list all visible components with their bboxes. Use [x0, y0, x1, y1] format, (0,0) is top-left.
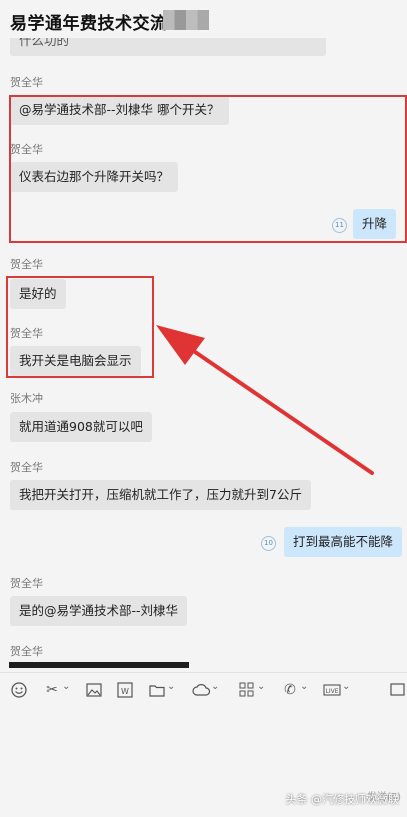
apps-grid-icon[interactable]	[238, 678, 265, 699]
chat-title-bar: 易学通年费技术交流	[0, 0, 407, 38]
svg-text:LIVE: LIVE	[325, 688, 338, 695]
sender-name: 贺全华	[10, 461, 43, 474]
read-count-badge: 10	[261, 536, 276, 551]
folder-icon[interactable]	[148, 678, 175, 699]
input-toolbar: ✂ W ✆ LIVE	[0, 672, 407, 707]
message-bubble: 就用道通908就可以吧	[10, 412, 152, 442]
chat-history-icon[interactable]	[388, 681, 406, 699]
message-bubble: 我把开关打开，压缩机就工作了，压力就升到7公斤	[10, 480, 311, 510]
svg-text:W: W	[121, 687, 129, 696]
sender-name: 贺全华	[10, 645, 43, 658]
image-message-thumbnail[interactable]	[9, 662, 189, 668]
sender-name: 贺全华	[10, 577, 43, 590]
cloud-icon[interactable]	[192, 678, 219, 699]
scissors-icon[interactable]: ✂	[43, 678, 70, 699]
message-list[interactable]: 什么功的 贺全华 @易学通技术部--刘棣华 哪个开关？ 贺全华 仪表右边那个升降…	[0, 38, 407, 668]
watermark: 头条 @汽修技师欢微联	[285, 793, 400, 806]
emoji-icon[interactable]	[10, 681, 28, 699]
blurred-title-suffix	[163, 10, 209, 30]
image-icon[interactable]	[85, 681, 103, 699]
live-icon[interactable]: LIVE	[323, 678, 350, 699]
my-message-bubble: 打到最高能不能降	[284, 527, 403, 557]
sender-name: 张木冲	[10, 392, 43, 405]
message-bubble: 是的@易学通技术部--刘棣华	[10, 596, 188, 626]
word-doc-icon[interactable]: W	[116, 681, 134, 699]
phone-icon[interactable]: ✆	[281, 678, 308, 699]
page-title: 易学通年费技术交流	[10, 14, 168, 34]
red-arrow-annotation	[156, 325, 374, 475]
